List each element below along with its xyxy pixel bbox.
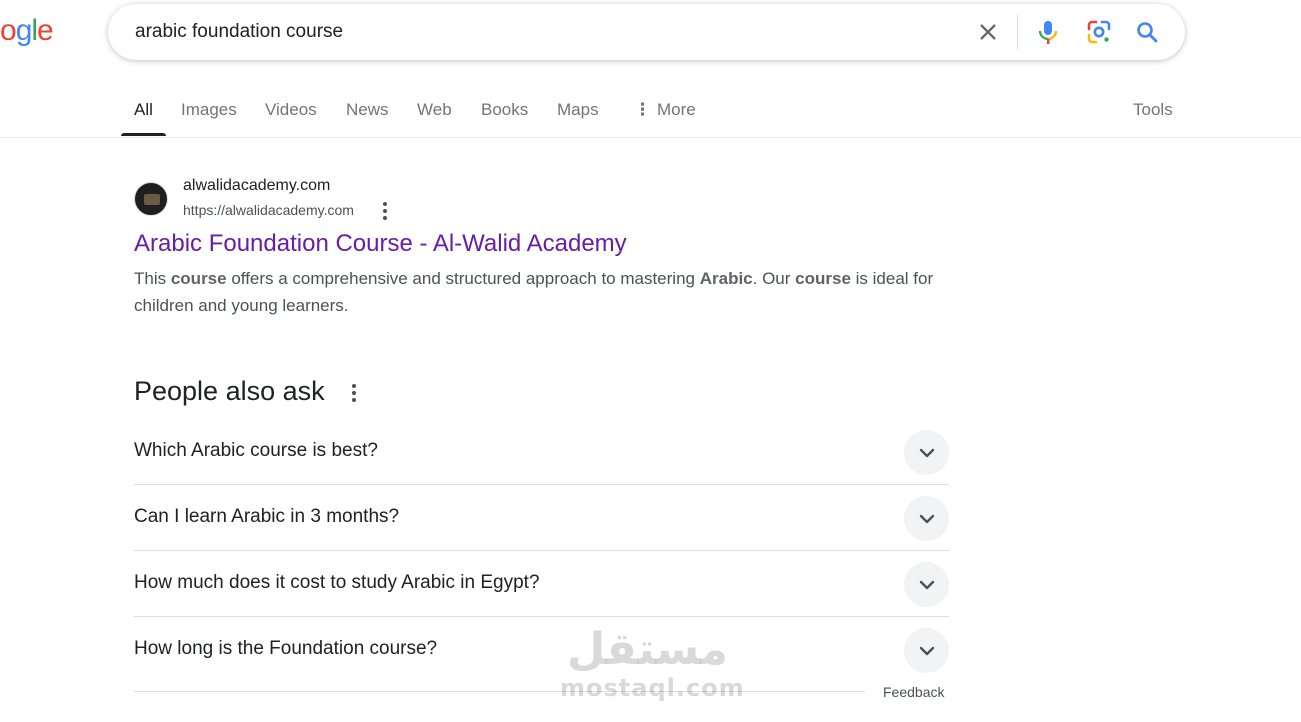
- paa-question[interactable]: How long is the Foundation course?: [134, 617, 949, 683]
- site-favicon[interactable]: [134, 182, 168, 216]
- search-box: [108, 4, 1185, 60]
- paa-question[interactable]: Which Arabic course is best?: [134, 419, 949, 485]
- paa-question[interactable]: How much does it cost to study Arabic in…: [134, 551, 949, 617]
- snippet-highlight: course: [170, 269, 227, 288]
- snippet-highlight: Arabic: [699, 269, 753, 288]
- close-icon[interactable]: [974, 18, 1002, 46]
- watermark-arabic-text: مستقل: [567, 624, 728, 675]
- result-site-name[interactable]: alwalidacademy.com: [183, 177, 330, 195]
- paa-question-text: How much does it cost to study Arabic in…: [134, 572, 540, 593]
- tab-videos[interactable]: Videos: [265, 86, 317, 137]
- search-input[interactable]: [135, 4, 955, 60]
- search-icon[interactable]: [1133, 18, 1161, 46]
- snippet-text: . Our: [752, 269, 796, 288]
- chevron-down-icon[interactable]: [904, 628, 949, 673]
- people-also-ask-list: Which Arabic course is best? Can I learn…: [134, 419, 949, 683]
- tab-books[interactable]: Books: [481, 86, 528, 137]
- paa-more-options-icon[interactable]: [348, 383, 360, 403]
- snippet-text: This: [134, 269, 171, 288]
- result-snippet: This course offers a comprehensive and s…: [134, 265, 949, 319]
- watermark-latin-text: mostaql.com: [560, 674, 745, 702]
- chevron-down-icon[interactable]: [904, 496, 949, 541]
- search-results-page: ogle arabic foundation course All Images…: [0, 0, 1301, 722]
- tab-images[interactable]: Images: [181, 86, 237, 137]
- microphone-icon[interactable]: [1034, 18, 1062, 46]
- chevron-down-icon[interactable]: [904, 430, 949, 475]
- vertical-dots-icon: ⋮: [634, 100, 651, 119]
- result-title-link[interactable]: Arabic Foundation Course - Al-Walid Acad…: [134, 230, 627, 258]
- paa-question-text: Which Arabic course is best?: [134, 440, 378, 461]
- snippet-highlight: course: [795, 269, 851, 288]
- paa-question-text: How long is the Foundation course?: [134, 638, 438, 659]
- tab-maps[interactable]: Maps: [557, 86, 599, 137]
- feedback-divider: [134, 691, 865, 692]
- search-tabs: All Images Videos News Web Books Maps ⋮ M…: [0, 86, 1301, 138]
- search-box-divider: [1017, 15, 1018, 49]
- tab-more[interactable]: ⋮ More: [634, 86, 696, 137]
- result-more-options-icon[interactable]: [378, 201, 392, 221]
- google-lens-icon[interactable]: [1085, 18, 1113, 46]
- tab-news[interactable]: News: [346, 86, 389, 137]
- tab-all[interactable]: All: [134, 86, 153, 137]
- paa-question-text: Can I learn Arabic in 3 months?: [134, 506, 400, 527]
- tools-button[interactable]: Tools: [1133, 86, 1173, 137]
- mostaql-watermark: مستقل mostaql.com: [560, 624, 745, 702]
- tab-more-label: More: [657, 100, 696, 119]
- paa-question[interactable]: Can I learn Arabic in 3 months?: [134, 485, 949, 551]
- tab-web[interactable]: Web: [417, 86, 452, 137]
- people-also-ask-heading: People also ask: [134, 376, 325, 406]
- result-url[interactable]: https://alwalidacademy.com: [183, 202, 354, 218]
- google-logo[interactable]: ogle: [0, 14, 54, 48]
- snippet-text: offers a comprehensive and structured ap…: [226, 269, 700, 288]
- active-tab-indicator: [121, 133, 166, 136]
- feedback-link[interactable]: Feedback: [883, 684, 944, 700]
- chevron-down-icon[interactable]: [904, 562, 949, 607]
